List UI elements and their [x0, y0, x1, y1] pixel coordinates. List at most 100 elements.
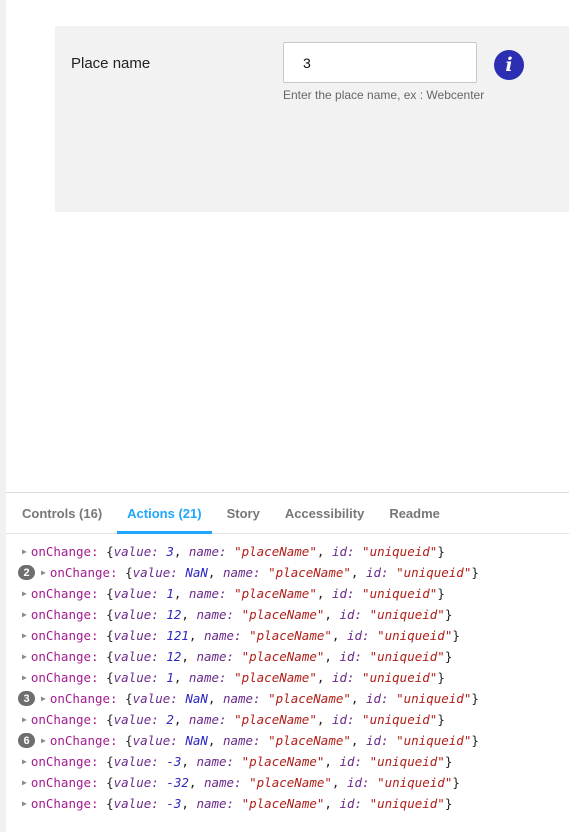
event-name: onChange:	[30, 628, 99, 643]
id-text: "uniqueid"	[369, 754, 445, 769]
name-text: "placeName"	[268, 691, 351, 706]
addons-panel: Controls (16) Actions (21) Story Accessibil…	[6, 492, 569, 832]
log-entry[interactable]: ▶ onChange: {value: -3, name: "placeName"…	[6, 793, 569, 814]
log-entry[interactable]: ▶ onChange: {value: 1, name: "placeName",…	[6, 583, 569, 604]
repeat-count-badge: 2	[18, 565, 35, 580]
id-text: "uniqueid"	[362, 586, 438, 601]
event-name: onChange:	[30, 649, 99, 664]
prop-key: id:	[346, 628, 370, 643]
brace-close: }	[444, 607, 453, 622]
id-text: "uniqueid"	[369, 796, 445, 811]
help-text: Enter the place name, ex : Webcenter	[283, 88, 485, 102]
name-text: "placeName"	[268, 733, 351, 748]
log-entry[interactable]: 6 ▶ onChange: {value: NaN, name: "placeNam…	[6, 730, 569, 751]
log-entry[interactable]: ▶ onChange: {value: 2, name: "placeName",…	[6, 709, 569, 730]
comma: ,	[331, 628, 347, 643]
expand-arrow-icon[interactable]: ▶	[22, 757, 27, 766]
brace-open: {	[98, 586, 114, 601]
expand-arrow-icon[interactable]: ▶	[22, 778, 27, 787]
id-text: "uniqueid"	[369, 607, 445, 622]
repeat-count-badge: 6	[18, 733, 35, 748]
tab-story[interactable]: Story	[217, 493, 270, 534]
expand-arrow-icon[interactable]: ▶	[22, 652, 27, 661]
log-entry[interactable]: ▶ onChange: {value: 12, name: "placeName"…	[6, 604, 569, 625]
log-entry[interactable]: 3 ▶ onChange: {value: NaN, name: "placeNam…	[6, 688, 569, 709]
prop-key: value:	[113, 544, 159, 559]
prop-key: id:	[331, 712, 355, 727]
expand-arrow-icon[interactable]: ▶	[41, 568, 46, 577]
name-text: "placeName"	[268, 565, 351, 580]
tab-actions[interactable]: Actions (21)	[117, 493, 212, 534]
value-text: 3	[166, 544, 174, 559]
comma: ,	[188, 628, 204, 643]
prop-key: id:	[339, 649, 363, 664]
prop-key: id:	[365, 733, 389, 748]
value-text: -3	[166, 754, 182, 769]
log-entry[interactable]: ▶ onChange: {value: 121, name: "placeName…	[6, 625, 569, 646]
story-canvas: Place name Enter the place name, ex : We…	[6, 0, 569, 492]
expand-arrow-icon[interactable]: ▶	[22, 631, 27, 640]
tab-readme[interactable]: Readme	[379, 493, 450, 534]
brace-close: }	[471, 565, 479, 580]
comma: ,	[324, 649, 340, 664]
prop-key: name:	[188, 712, 227, 727]
id-text: "uniqueid"	[362, 712, 438, 727]
place-name-label: Place name	[71, 55, 151, 72]
name-text: "placeName"	[241, 754, 325, 769]
prop-key: value:	[113, 649, 159, 664]
expand-arrow-icon[interactable]: ▶	[22, 673, 27, 682]
comma: ,	[324, 754, 340, 769]
tab-controls[interactable]: Controls (16)	[12, 493, 112, 534]
expand-arrow-icon[interactable]: ▶	[22, 610, 27, 619]
id-text: "uniqueid"	[362, 544, 438, 559]
prop-key: id:	[331, 586, 355, 601]
prop-key: value:	[113, 712, 159, 727]
brace-close: }	[437, 670, 445, 685]
event-name: onChange:	[30, 775, 99, 790]
log-entry[interactable]: ▶ onChange: {value: -3, name: "placeName"…	[6, 751, 569, 772]
prop-key: value:	[132, 691, 178, 706]
brace-open: {	[98, 649, 114, 664]
comma: ,	[173, 670, 189, 685]
log-entry[interactable]: ▶ onChange: {value: 12, name: "placeName"…	[6, 646, 569, 667]
comma: ,	[350, 565, 366, 580]
log-entry[interactable]: ▶ onChange: {value: 1, name: "placeName",…	[6, 667, 569, 688]
brace-close: }	[437, 712, 445, 727]
event-name: onChange:	[30, 796, 99, 811]
log-entry[interactable]: 2 ▶ onChange: {value: NaN, name: "placeNam…	[6, 562, 569, 583]
place-name-input[interactable]	[283, 42, 477, 83]
expand-arrow-icon[interactable]: ▶	[22, 799, 27, 808]
info-icon[interactable]: i	[494, 50, 524, 80]
log-entry[interactable]: ▶ onChange: {value: -32, name: "placeName…	[6, 772, 569, 793]
id-text: "uniqueid"	[396, 565, 472, 580]
prop-key: name:	[222, 691, 261, 706]
expand-arrow-icon[interactable]: ▶	[22, 547, 27, 556]
tab-accessibility[interactable]: Accessibility	[275, 493, 375, 534]
expand-arrow-icon[interactable]: ▶	[22, 589, 27, 598]
expand-arrow-icon[interactable]: ▶	[41, 736, 46, 745]
event-name: onChange:	[30, 586, 99, 601]
name-text: "placeName"	[249, 775, 332, 790]
expand-arrow-icon[interactable]: ▶	[41, 694, 46, 703]
expand-arrow-icon[interactable]: ▶	[22, 715, 27, 724]
value-text: -32	[166, 775, 189, 790]
log-entry[interactable]: ▶ onChange: {value: 3, name: "placeName",…	[6, 541, 569, 562]
